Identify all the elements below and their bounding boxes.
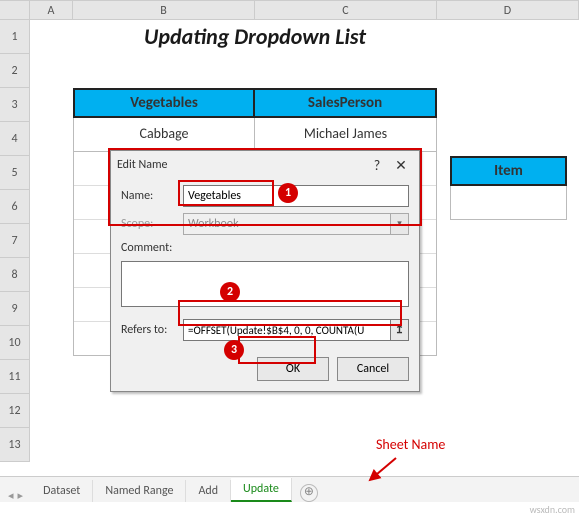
spreadsheet-grid: A B C D 1 2 3 4 5 6 7 8 9 10 11 12 13 Up… bbox=[0, 0, 579, 20]
page-title: Updating Dropdown List bbox=[73, 23, 437, 50]
cell-vegetable[interactable]: Cabbage bbox=[73, 118, 255, 152]
col-header-A[interactable]: A bbox=[30, 1, 73, 19]
row-header[interactable]: 7 bbox=[0, 224, 30, 258]
table-header-item[interactable]: Item bbox=[450, 156, 567, 186]
row-header[interactable]: 6 bbox=[0, 190, 30, 224]
col-header-C[interactable]: C bbox=[255, 1, 437, 19]
row-header[interactable]: 4 bbox=[0, 122, 30, 156]
row-header[interactable]: 11 bbox=[0, 360, 30, 394]
sheet-tab-named-range[interactable]: Named Range bbox=[93, 480, 186, 502]
cell-item[interactable] bbox=[450, 186, 567, 220]
callout-1: 1 bbox=[278, 183, 298, 203]
row-header[interactable]: 1 bbox=[0, 20, 30, 54]
row-header[interactable]: 3 bbox=[0, 88, 30, 122]
label-comment: Comment: bbox=[121, 241, 183, 255]
row-header[interactable]: 12 bbox=[0, 394, 30, 428]
sheet-tab-update[interactable]: Update bbox=[231, 478, 292, 502]
row-header[interactable]: 8 bbox=[0, 258, 30, 292]
tab-nav-prev-icon[interactable]: ◂ bbox=[8, 489, 14, 502]
label-name: Name: bbox=[121, 189, 183, 203]
dialog-title-text: Edit Name bbox=[117, 158, 365, 172]
row-header[interactable]: 9 bbox=[0, 292, 30, 326]
chevron-down-icon: ▾ bbox=[391, 213, 409, 235]
scope-select: Workbook bbox=[183, 213, 391, 235]
table-header-salesperson[interactable]: SalesPerson bbox=[255, 88, 437, 118]
edit-name-dialog: Edit Name ? ✕ Name: Scope: Workbook ▾ Co… bbox=[110, 150, 420, 392]
sheet-tab-dataset[interactable]: Dataset bbox=[31, 480, 93, 502]
refers-to-input[interactable] bbox=[183, 319, 391, 341]
watermark: wsxdn.com bbox=[530, 503, 575, 516]
row-header[interactable]: 13 bbox=[0, 428, 30, 462]
help-icon[interactable]: ? bbox=[365, 157, 389, 174]
row-header[interactable]: 2 bbox=[0, 54, 30, 88]
comment-textarea[interactable] bbox=[121, 261, 409, 307]
sheet-tab-add[interactable]: Add bbox=[186, 480, 231, 502]
cell-salesperson[interactable]: Michael James bbox=[255, 118, 437, 152]
ok-button[interactable]: OK bbox=[257, 357, 329, 381]
table-header-vegetables[interactable]: Vegetables bbox=[73, 88, 255, 118]
col-header-B[interactable]: B bbox=[73, 1, 255, 19]
add-sheet-icon[interactable]: ⊕ bbox=[300, 484, 318, 502]
tab-nav-next-icon[interactable]: ▸ bbox=[18, 489, 24, 502]
select-all-corner[interactable] bbox=[0, 1, 30, 19]
arrow-icon bbox=[366, 456, 406, 486]
dialog-titlebar[interactable]: Edit Name ? ✕ bbox=[111, 151, 419, 179]
cancel-button[interactable]: Cancel bbox=[337, 357, 409, 381]
column-header-row: A B C D bbox=[0, 0, 579, 20]
col-header-D[interactable]: D bbox=[437, 1, 579, 19]
row-header[interactable]: 5 bbox=[0, 156, 30, 190]
label-refers-to: Refers to: bbox=[121, 323, 183, 337]
row-header[interactable]: 10 bbox=[0, 326, 30, 360]
label-scope: Scope: bbox=[121, 217, 183, 231]
row-header-column: 1 2 3 4 5 6 7 8 9 10 11 12 13 bbox=[0, 20, 30, 462]
callout-2: 2 bbox=[220, 282, 240, 302]
collapse-dialog-icon[interactable]: ↥ bbox=[391, 319, 409, 341]
annotation-sheet-name: Sheet Name bbox=[376, 436, 445, 453]
sheet-tab-bar: ◂ ▸ Dataset Named Range Add Update ⊕ bbox=[0, 476, 579, 502]
close-icon[interactable]: ✕ bbox=[389, 157, 413, 174]
callout-3: 3 bbox=[224, 340, 244, 360]
